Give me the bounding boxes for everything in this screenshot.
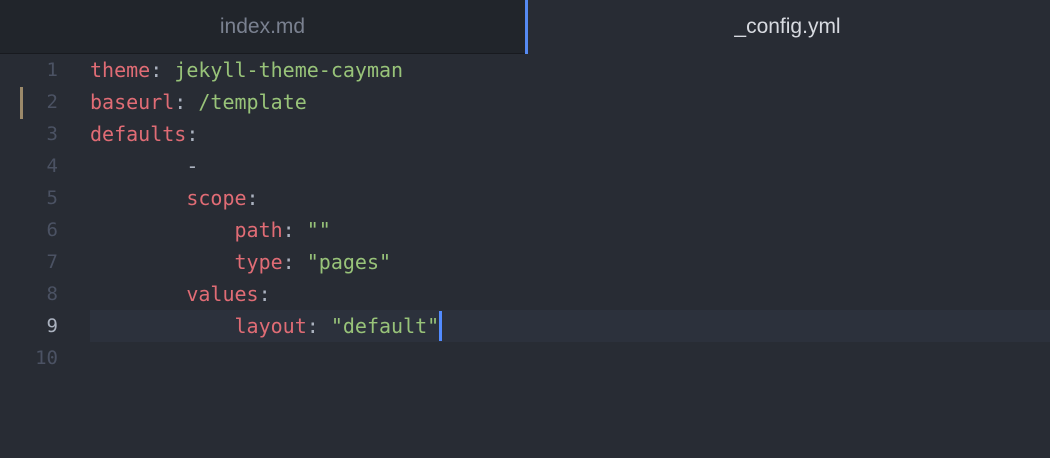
yaml-value: jekyll-theme-cayman (174, 58, 404, 82)
yaml-key: layout (234, 314, 307, 338)
tab-config-yml[interactable]: _config.yml (525, 0, 1050, 54)
code-text: path: "" (90, 214, 1050, 246)
code-line[interactable]: 9 layout: "default" (0, 310, 1050, 342)
line-number: 8 (46, 283, 58, 305)
code-line[interactable]: 1 theme: jekyll-theme-cayman (0, 54, 1050, 86)
tab-label: index.md (219, 14, 306, 38)
code-line[interactable]: 3 defaults: (0, 118, 1050, 150)
yaml-key: path (234, 218, 283, 242)
yaml-value: "default" (330, 314, 440, 338)
yaml-key: values (186, 282, 259, 306)
yaml-separator: : (306, 314, 331, 338)
line-number: 2 (46, 91, 58, 113)
yaml-value: "pages" (306, 250, 392, 274)
text-cursor (439, 311, 443, 341)
yaml-key: baseurl (90, 90, 175, 114)
yaml-separator: : (246, 186, 259, 210)
code-text: scope: (90, 182, 1050, 214)
line-number: 4 (46, 155, 58, 177)
yaml-separator: : (282, 250, 307, 274)
yaml-separator: : (282, 218, 307, 242)
code-text: defaults: (90, 118, 1050, 150)
line-number: 5 (46, 187, 58, 209)
line-number: 10 (35, 347, 58, 369)
code-area[interactable]: 1 theme: jekyll-theme-cayman 2 baseurl: /te… (0, 54, 1050, 374)
yaml-value: /template (198, 90, 307, 114)
code-line[interactable]: 7 type: "pages" (0, 246, 1050, 278)
yaml-key: scope (186, 186, 247, 210)
yaml-separator: : (186, 122, 199, 146)
code-text: type: "pages" (90, 246, 1050, 278)
line-number: 7 (46, 251, 58, 273)
yaml-key: type (234, 250, 283, 274)
yaml-key: defaults (90, 122, 187, 146)
code-text: - (90, 150, 1050, 182)
code-line[interactable]: 2 baseurl: /template (0, 86, 1050, 118)
yaml-value: "" (306, 218, 331, 242)
code-editor: index.md _config.yml 1 theme: jekyll-them… (0, 0, 1050, 458)
yaml-separator: : (150, 58, 175, 82)
yaml-key: theme (90, 58, 151, 82)
tab-bar: index.md _config.yml (0, 0, 1050, 54)
yaml-separator: : (174, 90, 199, 114)
code-line[interactable]: 5 scope: (0, 182, 1050, 214)
line-number: 1 (46, 59, 58, 81)
code-text: theme: jekyll-theme-cayman (90, 54, 1050, 86)
list-dash: - (186, 154, 199, 178)
line-number: 3 (46, 123, 58, 145)
tab-label: _config.yml (734, 15, 841, 38)
code-text: layout: "default" (90, 310, 1050, 342)
code-line[interactable]: 10 (0, 342, 1050, 374)
line-number: 6 (46, 219, 58, 241)
code-text: values: (90, 278, 1050, 310)
code-text: baseurl: /template (90, 86, 1050, 118)
code-line[interactable]: 8 values: (0, 278, 1050, 310)
yaml-separator: : (258, 282, 271, 306)
code-line[interactable]: 4 - (0, 150, 1050, 182)
code-line[interactable]: 6 path: "" (0, 214, 1050, 246)
tab-index-md[interactable]: index.md (0, 0, 525, 54)
line-number: 9 (46, 315, 58, 337)
